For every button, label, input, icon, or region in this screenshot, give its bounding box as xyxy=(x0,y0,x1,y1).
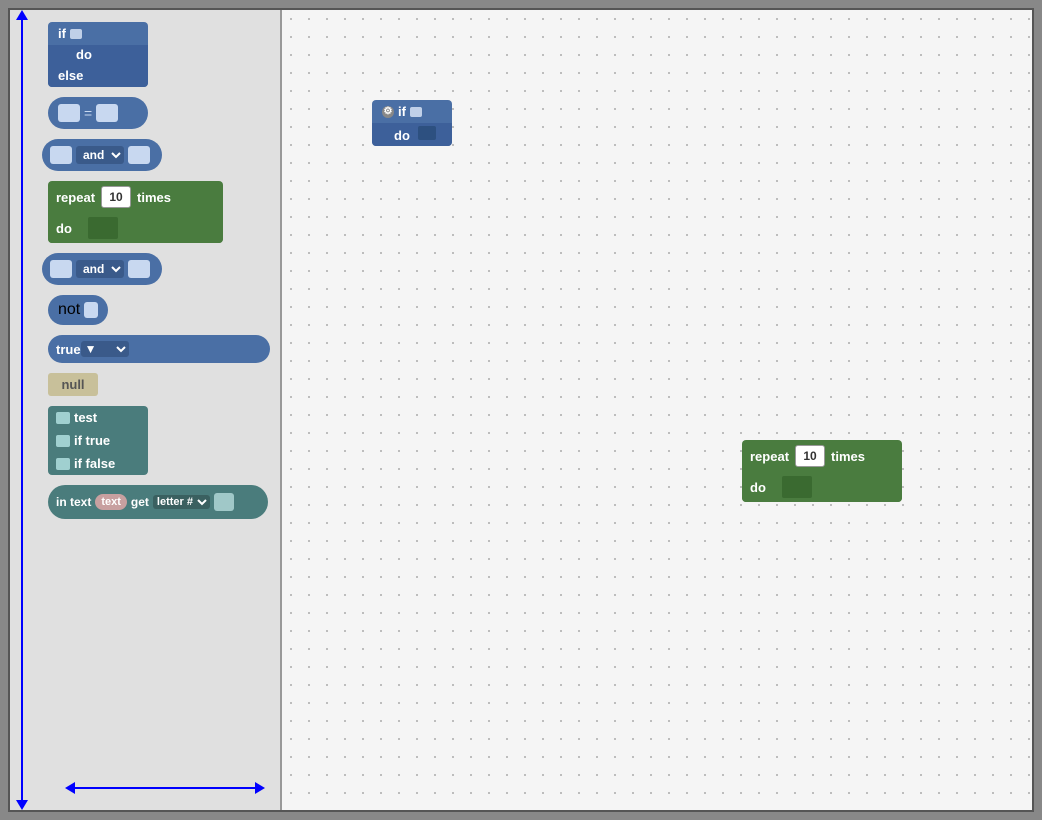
sidebar-true-block[interactable]: true ▼ false xyxy=(48,335,270,363)
canvas-do-row2: do xyxy=(742,472,902,502)
sidebar-not-block[interactable]: not xyxy=(48,295,270,325)
test-connector xyxy=(56,412,70,424)
canvas-repeat-block[interactable]: repeat times do xyxy=(742,440,902,502)
and-shape-2[interactable]: and or xyxy=(42,253,162,285)
in-text-label: in text xyxy=(56,495,91,509)
else-label: else xyxy=(58,68,83,83)
and-shape-1[interactable]: and or xyxy=(42,139,162,171)
if-false-label: if false xyxy=(74,456,115,471)
if-true-row: if true xyxy=(48,429,148,452)
if-row: if xyxy=(48,22,148,45)
not-slot xyxy=(84,302,98,318)
eq-icon: = xyxy=(84,105,92,121)
text-slot-label[interactable]: text xyxy=(95,494,127,510)
sidebar-test-block[interactable]: test if true if false xyxy=(48,406,270,475)
eq-right-slot xyxy=(96,104,118,122)
canvas-if-shape[interactable]: ⚙ if do xyxy=(372,100,452,146)
times-label: times xyxy=(137,190,171,205)
do-label: do xyxy=(76,47,92,62)
intext-end-slot xyxy=(214,493,234,511)
arrow-down-head xyxy=(16,800,28,810)
not-shape[interactable]: not xyxy=(48,295,108,325)
canvas-if-block[interactable]: ⚙ if do xyxy=(372,100,452,146)
arrow-line-vertical xyxy=(21,20,23,800)
vertical-arrow xyxy=(14,10,30,810)
and-select-2[interactable]: and or xyxy=(76,260,124,278)
sidebar-and-block-2[interactable]: and or xyxy=(42,253,270,285)
do2-label: do xyxy=(56,221,72,236)
arrow-right-head xyxy=(255,782,265,794)
canvas-do-indent xyxy=(782,476,812,498)
app-container: if do else = xyxy=(8,8,1034,812)
sidebar-and-block-1[interactable]: and or xyxy=(42,139,270,171)
repeat-label: repeat xyxy=(56,190,95,205)
canvas-do-connector xyxy=(418,126,436,140)
repeat-number-input[interactable] xyxy=(101,186,131,208)
arrow-up-head xyxy=(16,10,28,20)
gear-icon[interactable]: ⚙ xyxy=(382,106,394,118)
test-label: test xyxy=(74,410,97,425)
null-label: null xyxy=(61,377,84,392)
canvas-repeat-label: repeat xyxy=(750,449,789,464)
not-label: not xyxy=(58,301,80,319)
canvas-do2-label: do xyxy=(750,480,766,495)
canvas-repeat-row: repeat times xyxy=(742,440,902,472)
canvas-if-row: ⚙ if xyxy=(372,100,452,123)
eq-left-slot xyxy=(58,104,80,122)
true-select[interactable]: ▼ false xyxy=(81,341,129,357)
true-shape[interactable]: true ▼ false xyxy=(48,335,270,363)
sidebar-repeat-block[interactable]: repeat times do xyxy=(48,181,270,243)
else-row: else xyxy=(48,64,148,87)
get-label: get xyxy=(131,495,149,509)
letter-select[interactable]: letter # length xyxy=(153,495,210,509)
sidebar-equality-block[interactable]: = xyxy=(48,97,270,129)
if-false-connector xyxy=(56,458,70,470)
if-do-else-shape[interactable]: if do else xyxy=(48,22,148,87)
if-true-connector xyxy=(56,435,70,447)
repeat-shape[interactable]: repeat times do xyxy=(48,181,223,243)
sidebar-null-block[interactable]: null xyxy=(48,373,270,396)
arrow-line-horizontal xyxy=(75,787,255,789)
horizontal-arrow xyxy=(65,782,265,794)
canvas-repeat-number[interactable] xyxy=(795,445,825,467)
do-row: do xyxy=(48,213,223,243)
sidebar: if do else = xyxy=(10,10,282,810)
and-right-slot-2 xyxy=(128,260,150,278)
if-label: if xyxy=(58,26,66,41)
and-right-slot-1 xyxy=(128,146,150,164)
and-left-slot-2 xyxy=(50,260,72,278)
null-shape[interactable]: null xyxy=(48,373,98,396)
test-shape[interactable]: test if true if false xyxy=(48,406,148,475)
canvas-do-label: do xyxy=(394,128,410,143)
canvas-if-connector xyxy=(410,107,422,117)
canvas-if-label: if xyxy=(398,104,406,119)
if-false-row: if false xyxy=(48,452,148,475)
repeat-row: repeat times xyxy=(48,181,223,213)
do-indent xyxy=(88,217,118,239)
canvas-times-label: times xyxy=(831,449,865,464)
test-row: test xyxy=(48,406,148,429)
if-true-label: if true xyxy=(74,433,110,448)
sidebar-intext-block[interactable]: in text text get letter # length xyxy=(48,485,270,519)
eq-shape[interactable]: = xyxy=(48,97,148,129)
sidebar-if-do-else-block[interactable]: if do else xyxy=(48,22,270,87)
true-label: true xyxy=(56,342,81,357)
and-left-slot-1 xyxy=(50,146,72,164)
if-connector xyxy=(70,29,82,39)
canvas-repeat-shape[interactable]: repeat times do xyxy=(742,440,902,502)
arrow-left-head xyxy=(65,782,75,794)
intext-shape[interactable]: in text text get letter # length xyxy=(48,485,268,519)
canvas[interactable]: ⚙ if do repeat times do xyxy=(282,10,1032,810)
canvas-do-row: do xyxy=(372,123,452,146)
and-select-1[interactable]: and or xyxy=(76,146,124,164)
